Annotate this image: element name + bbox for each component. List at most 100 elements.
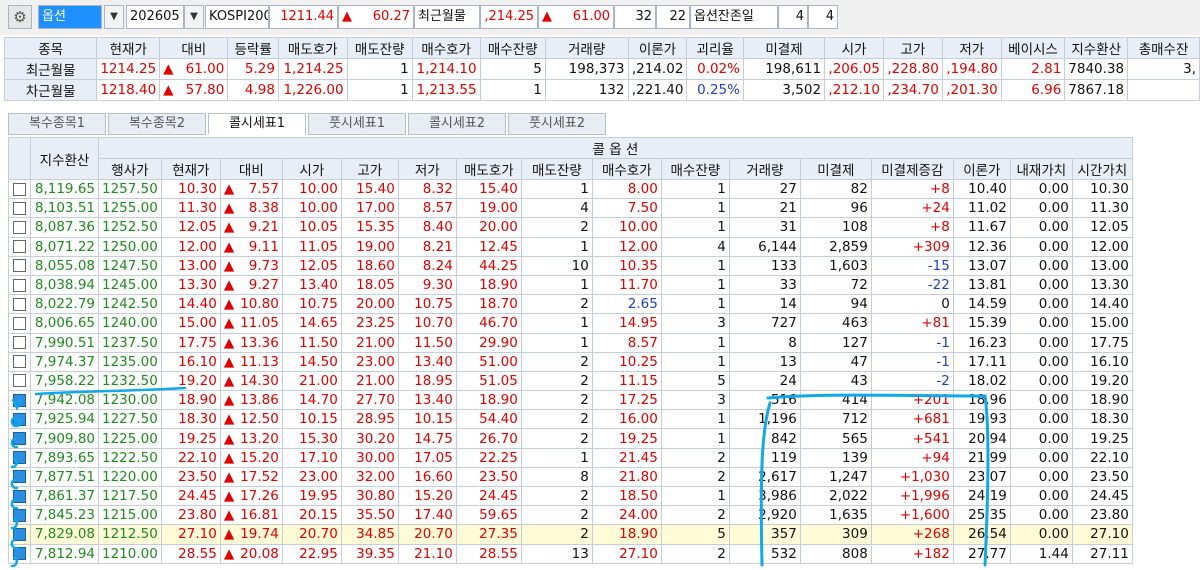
call-tv-cell: 13.30 bbox=[1071, 274, 1133, 296]
call-theory-cell: 18.02 bbox=[952, 370, 1011, 392]
futures-row[interactable]: 최근월물 1214.25 ▲ 61.00 5.29 1,214.25 1 1,214.10 5 1… bbox=[3, 58, 1200, 80]
call-ask-cell: 59.65 bbox=[455, 505, 522, 526]
row-checkbox[interactable] bbox=[13, 297, 26, 311]
call-bid-cell: 21.45 bbox=[591, 447, 662, 468]
futures-price-cell: 1214.25 bbox=[96, 58, 161, 80]
call-option-row[interactable]: 8,119.65 1257.50 10.30 ▲ 7.57 10.00 15.40 8.32 1… bbox=[8, 178, 1133, 200]
futures-bid-qty-cell: 1 bbox=[479, 79, 546, 101]
call-option-row[interactable]: 7,909.80 1225.00 19.25 ▲ 13.20 15.30 30.20 14.7… bbox=[8, 428, 1133, 449]
call-change-value: 13.20 bbox=[240, 430, 279, 447]
index-name: KOSPI200 bbox=[205, 5, 269, 29]
call-option-row[interactable]: 7,861.37 1217.50 24.45 ▲ 17.26 19.95 30.80 15.2… bbox=[8, 485, 1133, 507]
triangle-up-icon: ▲ bbox=[223, 449, 235, 466]
call-chg-cell: ▲ 11.13 bbox=[219, 351, 283, 372]
row-checkbox[interactable] bbox=[13, 240, 26, 254]
row-checkbox[interactable] bbox=[13, 259, 26, 273]
call-option-row[interactable]: 7,845.23 1215.00 23.80 ▲ 16.81 20.15 35.50 17.4… bbox=[8, 505, 1133, 526]
row-checkbox[interactable] bbox=[13, 182, 26, 196]
call-change-value: 14.30 bbox=[240, 372, 279, 389]
row-checkbox[interactable] bbox=[13, 278, 26, 292]
expiry-select[interactable]: 202605 bbox=[126, 5, 184, 29]
futures-idx-cell: 7867.18 bbox=[1064, 79, 1129, 101]
call-change-value: 11.05 bbox=[240, 315, 279, 332]
row-checkbox[interactable] bbox=[13, 489, 26, 503]
call-bid-cell: 17.25 bbox=[591, 390, 662, 411]
call-bidq-cell: 1 bbox=[660, 409, 730, 430]
call-option-row[interactable]: 7,990.51 1237.50 17.75 ▲ 13.36 11.50 21.00 11.5… bbox=[8, 332, 1133, 353]
row-checkbox[interactable] bbox=[13, 374, 26, 388]
gear-icon[interactable]: ⚙ bbox=[8, 5, 32, 29]
call-option-row[interactable]: 8,006.65 1240.00 15.00 ▲ 11.05 14.65 23.25 10.7… bbox=[8, 313, 1133, 334]
call-option-row[interactable]: 7,925.94 1227.50 18.30 ▲ 12.50 10.15 28.95 10.1… bbox=[8, 409, 1133, 430]
option-type-select[interactable]: 옵션 bbox=[38, 5, 102, 29]
row-checkbox[interactable] bbox=[13, 470, 26, 484]
call-option-row[interactable]: 7,974.37 1235.00 16.10 ▲ 11.13 14.50 23.00 13.4… bbox=[8, 351, 1133, 372]
row-checkbox[interactable] bbox=[13, 432, 26, 446]
row-checkbox[interactable] bbox=[13, 336, 26, 350]
call-option-row[interactable]: 7,958.22 1232.50 19.20 ▲ 14.30 21.00 21.00 18.9… bbox=[8, 370, 1133, 392]
row-checkbox[interactable] bbox=[13, 547, 26, 561]
call-option-row[interactable]: 7,877.51 1220.00 23.50 ▲ 17.52 23.00 32.00 16.6… bbox=[8, 466, 1133, 488]
triangle-up-icon: ▲ bbox=[223, 545, 235, 562]
call-chg-cell: ▲ 16.81 bbox=[219, 505, 283, 526]
call-oichg-cell: +24 bbox=[870, 198, 954, 219]
call-option-row[interactable]: 8,087.36 1252.50 12.05 ▲ 9.21 10.05 15.35 8.40 2… bbox=[8, 217, 1133, 238]
row-checkbox[interactable] bbox=[13, 355, 26, 369]
call-strike-cell: 1215.00 bbox=[98, 505, 162, 526]
tab-3[interactable]: 콜시세표1 bbox=[208, 113, 306, 135]
futures-name-cell: 최근월물 bbox=[3, 58, 98, 80]
call-oichg-cell: +268 bbox=[870, 524, 954, 545]
call-bid-cell: 11.70 bbox=[591, 274, 662, 296]
call-tv-cell: 18.30 bbox=[1071, 409, 1133, 430]
call-option-row[interactable]: 8,055.08 1247.50 13.00 ▲ 9.73 12.05 18.60 8.24 4… bbox=[8, 255, 1133, 276]
tab-1[interactable]: 복수종목1 bbox=[8, 113, 106, 135]
column-header: 고가 bbox=[340, 158, 399, 180]
call-oi-cell: 808 bbox=[799, 543, 872, 564]
call-option-row[interactable]: 7,812.94 1210.00 28.55 ▲ 20.08 22.95 39.35 21.1… bbox=[8, 543, 1133, 564]
row-checkbox[interactable] bbox=[13, 393, 26, 407]
call-strike-cell: 1235.00 bbox=[98, 351, 162, 372]
call-price-cell: 16.10 bbox=[160, 351, 221, 372]
call-low-cell: 13.40 bbox=[397, 390, 457, 411]
futures-open-cell: ,212.10 bbox=[824, 79, 884, 101]
call-intr-cell: 1.44 bbox=[1009, 543, 1073, 564]
row-checkbox[interactable] bbox=[13, 201, 26, 215]
call-option-row[interactable]: 7,829.08 1212.50 27.10 ▲ 19.74 20.70 34.85 20.7… bbox=[8, 524, 1133, 545]
call-option-row[interactable]: 7,893.65 1222.50 22.10 ▲ 15.20 17.10 30.00 17.0… bbox=[8, 447, 1133, 468]
tab-6[interactable]: 풋시세표2 bbox=[508, 113, 606, 135]
row-checkbox[interactable] bbox=[13, 412, 26, 426]
call-tv-cell: 17.75 bbox=[1071, 332, 1133, 353]
futures-basis-cell: 6.96 bbox=[1000, 79, 1066, 101]
call-oi-cell: 96 bbox=[799, 198, 872, 219]
call-idx-cell: 8,006.65 bbox=[30, 313, 99, 334]
call-option-row[interactable]: 8,103.51 1255.00 11.30 ▲ 8.38 10.00 17.00 8.57 1… bbox=[8, 198, 1133, 219]
call-change-value: 20.08 bbox=[240, 545, 279, 562]
call-option-row[interactable]: 8,071.22 1250.00 12.00 ▲ 9.11 11.05 19.00 8.21 1… bbox=[8, 236, 1133, 257]
tab-2[interactable]: 복수종목2 bbox=[108, 113, 206, 135]
call-low-cell: 11.50 bbox=[397, 332, 457, 353]
call-bid-cell: 7.50 bbox=[591, 198, 662, 219]
triangle-up-icon: ▲ bbox=[223, 200, 235, 217]
tab-5[interactable]: 콜시세표2 bbox=[408, 113, 506, 135]
futures-row[interactable]: 차근월물 1218.40 ▲ 57.80 4.98 1,226.00 1 1,213.55 1 1… bbox=[3, 79, 1200, 101]
row-checkbox[interactable] bbox=[13, 316, 26, 330]
row-checkbox[interactable] bbox=[13, 451, 26, 465]
call-ask-cell: 26.70 bbox=[455, 428, 522, 449]
call-theory-cell: 16.23 bbox=[952, 332, 1011, 353]
call-intr-cell: 0.00 bbox=[1009, 198, 1073, 219]
row-checkbox[interactable] bbox=[13, 220, 26, 234]
row-checkbox[interactable] bbox=[13, 508, 26, 522]
call-ask-cell: 12.45 bbox=[455, 236, 522, 257]
row-checkbox[interactable] bbox=[13, 527, 26, 541]
call-option-row[interactable]: 8,038.94 1245.00 13.30 ▲ 9.27 13.40 18.05 9.30 1… bbox=[8, 274, 1133, 296]
call-open-cell: 21.00 bbox=[281, 370, 342, 392]
chevron-down-icon[interactable]: ▼ bbox=[104, 5, 124, 29]
row-checkbox-cell bbox=[8, 274, 31, 296]
call-ask-cell: 46.70 bbox=[455, 313, 522, 334]
call-tv-cell: 24.45 bbox=[1071, 485, 1133, 507]
call-price-cell: 15.00 bbox=[160, 313, 221, 334]
call-option-row[interactable]: 7,942.08 1230.00 18.90 ▲ 13.86 14.70 27.70 13.4… bbox=[8, 390, 1133, 411]
chevron-down-icon[interactable]: ▼ bbox=[184, 5, 204, 29]
call-option-row[interactable]: 8,022.79 1242.50 14.40 ▲ 10.80 10.75 20.00 10.7… bbox=[8, 294, 1133, 315]
tab-4[interactable]: 풋시세표1 bbox=[308, 113, 406, 135]
